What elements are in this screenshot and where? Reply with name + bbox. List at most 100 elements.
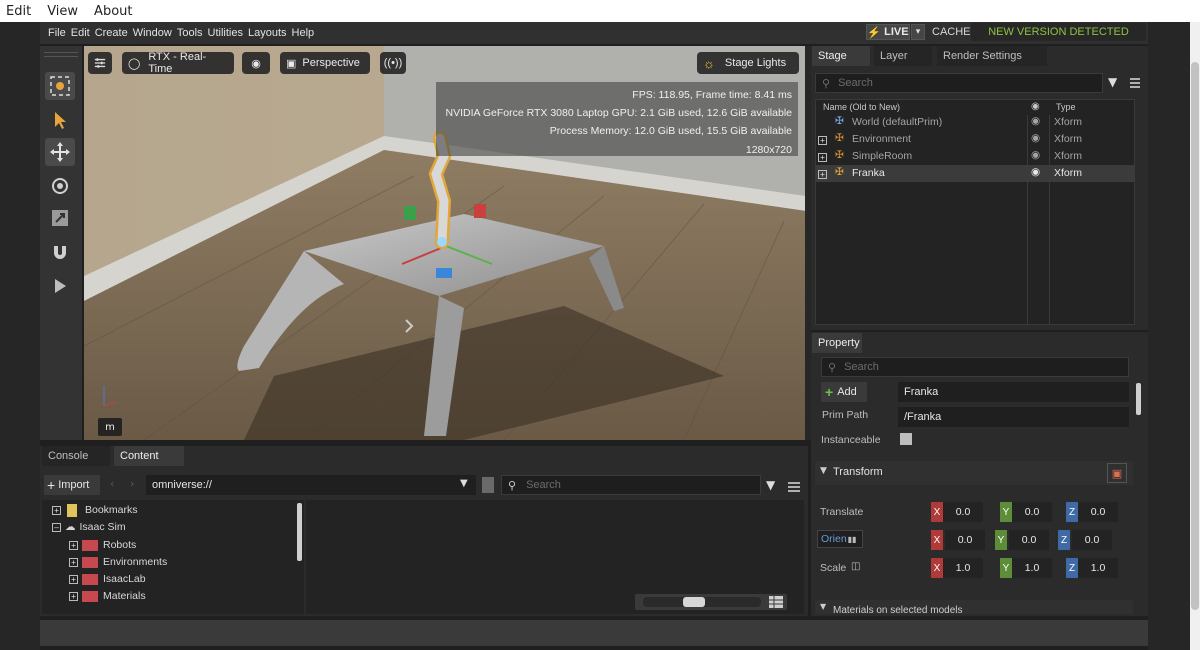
- add-button[interactable]: + Add: [821, 382, 867, 402]
- menu-layouts[interactable]: Layouts: [248, 27, 287, 39]
- transform-section-header[interactable]: ▼ Transform ▣: [815, 461, 1133, 485]
- memory-readout: Process Memory: 12.0 GiB used, 15.5 GiB …: [549, 125, 792, 138]
- bookmark-icon[interactable]: [482, 477, 494, 493]
- grid-view-icon[interactable]: [769, 596, 783, 608]
- menu-window[interactable]: Window: [133, 27, 172, 39]
- audio-button[interactable]: ((•)): [380, 52, 406, 74]
- tab-console[interactable]: Console: [42, 446, 110, 466]
- tab-content[interactable]: Content: [114, 446, 184, 466]
- rotate-tool-button[interactable]: [45, 172, 75, 200]
- scale-y-field[interactable]: 1.0: [1012, 558, 1052, 578]
- orient-y-field[interactable]: 0.0: [1009, 530, 1049, 550]
- translate-y-field[interactable]: 0.0: [1012, 502, 1052, 522]
- materials-section-header[interactable]: ▼ Materials on selected models: [815, 600, 1133, 614]
- orient-x-field[interactable]: 0.0: [945, 530, 985, 550]
- stage-row-world[interactable]: ✠ World (defaultPrim) ◉ Xform: [816, 114, 1134, 131]
- tree-item-robots[interactable]: + Robots: [69, 537, 136, 553]
- stage-row-franka[interactable]: + ✠ Franka ◉ Xform: [816, 165, 1134, 182]
- content-menu-button[interactable]: [787, 478, 801, 497]
- menu-edit[interactable]: Edit: [71, 27, 90, 39]
- stage-lights-button[interactable]: ☼ Stage Lights: [697, 52, 799, 74]
- tree-item-isaac-sim[interactable]: – ☁ Isaac Sim: [52, 519, 126, 535]
- tab-property[interactable]: Property: [812, 333, 862, 353]
- select-mode-button[interactable]: [45, 72, 75, 100]
- expand-icon[interactable]: +: [818, 151, 831, 163]
- path-dropdown-icon[interactable]: ▼: [460, 478, 468, 489]
- expand-icon[interactable]: +: [52, 505, 61, 515]
- menu-create[interactable]: Create: [95, 27, 128, 39]
- menu-help[interactable]: Help: [292, 27, 315, 39]
- path-field[interactable]: omniverse://: [146, 475, 476, 495]
- move-tool-button[interactable]: [45, 138, 75, 166]
- cache-status[interactable]: NEW VERSION DETECTED: [971, 23, 1146, 41]
- viewport-settings-button[interactable]: [88, 52, 112, 74]
- link-icon[interactable]: ◫: [851, 561, 860, 572]
- tab-render-settings[interactable]: Render Settings: [937, 46, 1047, 66]
- scale-tool-button[interactable]: [45, 204, 75, 232]
- back-icon[interactable]: ‹: [110, 477, 114, 490]
- select-tool-button[interactable]: [45, 106, 75, 134]
- prim-path-field[interactable]: /Franka: [898, 407, 1129, 427]
- expand-icon[interactable]: +: [69, 557, 78, 567]
- orient-x-axis: X: [931, 530, 943, 550]
- play-button[interactable]: [45, 272, 75, 300]
- tree-item-bookmarks[interactable]: + Bookmarks: [52, 502, 138, 518]
- expand-icon[interactable]: +: [69, 540, 78, 550]
- prim-name-field[interactable]: Franka: [898, 382, 1129, 402]
- toolbar-grip[interactable]: [44, 52, 78, 53]
- filter-icon[interactable]: ▼: [766, 478, 775, 492]
- outer-menu-about[interactable]: About: [94, 4, 132, 19]
- render-mode-button[interactable]: ◯ RTX - Real-Time: [122, 51, 234, 75]
- translate-z-field[interactable]: 0.0: [1078, 502, 1118, 522]
- orient-mode-button[interactable]: Orien ▮▮: [817, 530, 863, 548]
- scale-x-field[interactable]: 1.0: [943, 558, 983, 578]
- orient-z-field[interactable]: 0.0: [1072, 530, 1112, 550]
- forward-icon[interactable]: ›: [130, 477, 134, 490]
- thumbnail-size-handle[interactable]: [683, 597, 705, 607]
- column-type-header[interactable]: Type: [1056, 102, 1076, 112]
- stage-search-input[interactable]: ⚲ Search: [815, 73, 1103, 93]
- sliders-icon: [94, 58, 106, 68]
- camera-button[interactable]: ▣ Perspective: [280, 52, 370, 74]
- filter-icon[interactable]: ▼: [1108, 75, 1122, 89]
- outer-menu-edit[interactable]: Edit: [6, 4, 31, 19]
- menu-utilities[interactable]: Utilities: [208, 27, 243, 39]
- outer-menu-view[interactable]: View: [47, 4, 78, 19]
- tree-item-environments[interactable]: + Environments: [69, 554, 167, 570]
- menu-tools[interactable]: Tools: [177, 27, 203, 39]
- collapse-icon[interactable]: –: [52, 522, 61, 532]
- eye-icon[interactable]: ◉: [1031, 115, 1040, 127]
- transform-options-icon[interactable]: ▣: [1107, 463, 1127, 483]
- tab-layer[interactable]: Layer: [874, 46, 932, 66]
- scale-z-field[interactable]: 1.0: [1078, 558, 1118, 578]
- live-button[interactable]: ⚡ LIVE: [866, 24, 910, 40]
- snap-tool-button[interactable]: [45, 238, 75, 266]
- content-search-input[interactable]: ⚲ Search: [501, 475, 761, 495]
- property-search-input[interactable]: ⚲ Search: [821, 357, 1129, 377]
- property-scroll-thumb[interactable]: [1136, 383, 1141, 415]
- menu-file[interactable]: File: [48, 27, 66, 39]
- tree-scroll-thumb[interactable]: [297, 503, 302, 561]
- page-scrollbar-thumb[interactable]: [1191, 62, 1199, 610]
- translate-x-field[interactable]: 0.0: [943, 502, 983, 522]
- eye-icon[interactable]: ◉: [1031, 132, 1040, 144]
- expand-icon[interactable]: +: [818, 134, 831, 146]
- stage-row-simpleroom[interactable]: + ✠ SimpleRoom ◉ Xform: [816, 148, 1134, 165]
- eye-icon[interactable]: ◉: [1031, 166, 1040, 178]
- expand-icon[interactable]: +: [69, 574, 78, 584]
- viewport[interactable]: ◯ RTX - Real-Time ◉ ▣ Perspective ((•)) …: [84, 46, 806, 440]
- stage-menu-button[interactable]: [1129, 74, 1143, 88]
- column-name-header[interactable]: Name (Old to New): [823, 102, 900, 112]
- instanceable-checkbox[interactable]: [900, 433, 912, 445]
- eye-icon[interactable]: ◉: [1031, 149, 1040, 161]
- visibility-column-eye-icon: ◉: [1031, 101, 1040, 112]
- expand-icon[interactable]: +: [818, 168, 831, 180]
- tab-stage[interactable]: Stage: [812, 46, 870, 66]
- visibility-button[interactable]: ◉: [242, 52, 270, 74]
- expand-icon[interactable]: +: [69, 591, 78, 601]
- live-dropdown-button[interactable]: ▾: [911, 24, 925, 40]
- import-button[interactable]: + Import: [44, 475, 100, 495]
- tree-item-isaaclab[interactable]: + IsaacLab: [69, 571, 146, 587]
- tree-item-materials[interactable]: + Materials: [69, 588, 146, 604]
- stage-row-environment[interactable]: + ✠ Environment ◉ Xform: [816, 131, 1134, 148]
